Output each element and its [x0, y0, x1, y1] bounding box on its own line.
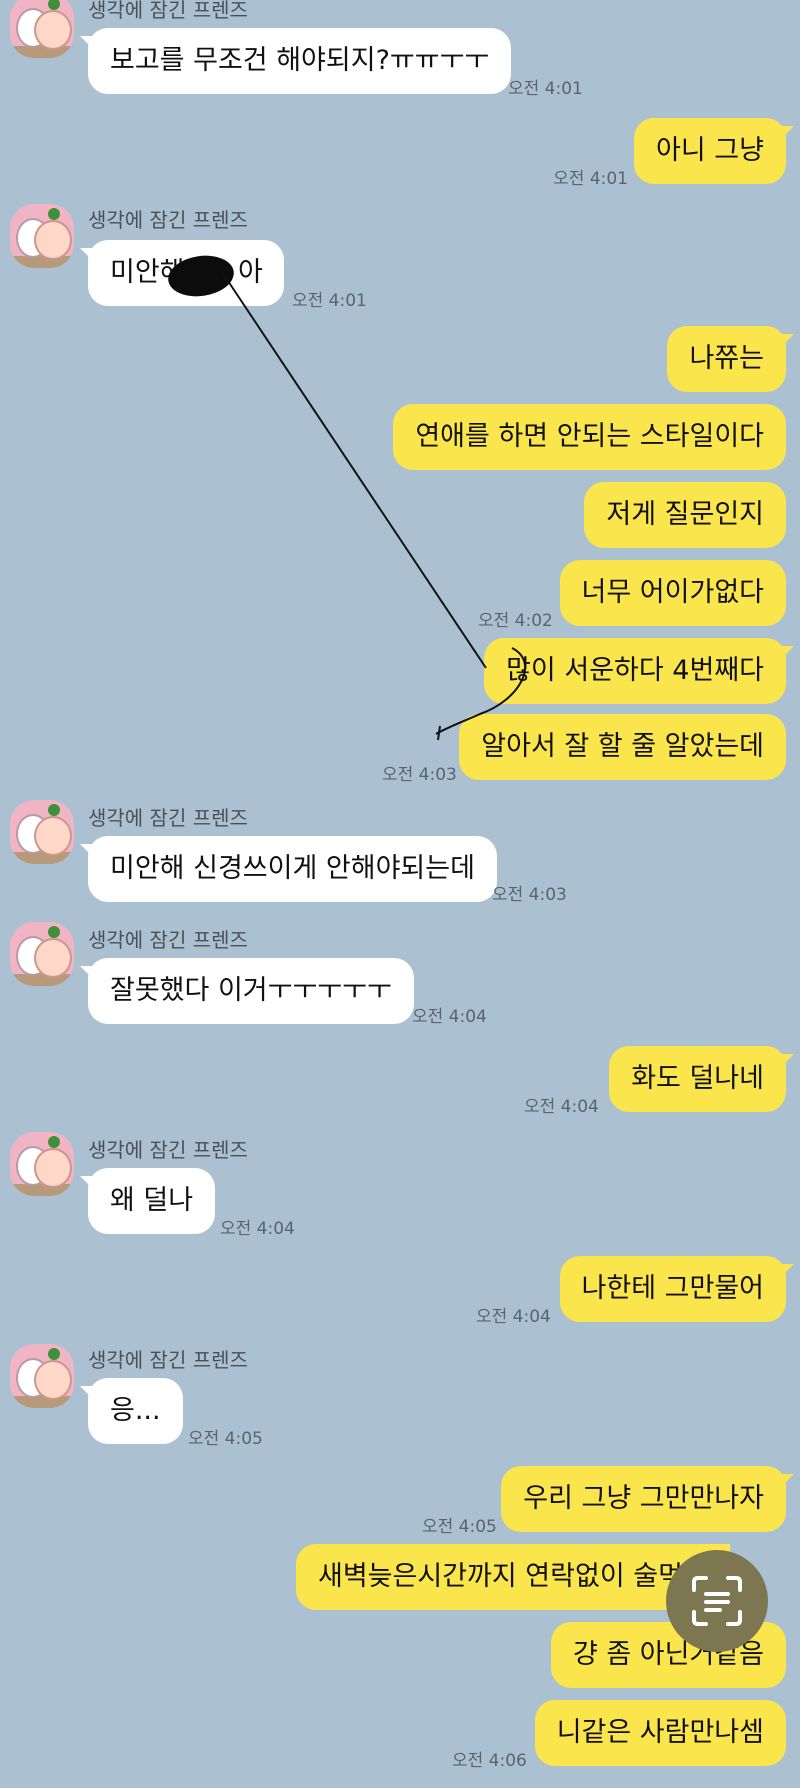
message-bubble[interactable]: 연애를 하면 안되는 스타일이다 [393, 404, 786, 470]
message-bubble[interactable]: 나한테 그만물어 [559, 1256, 795, 1322]
text-scan-icon [692, 1576, 742, 1626]
message-bubble[interactable]: 미안해 신경쓰이게 안해야되는데 [80, 836, 497, 902]
message-bubble[interactable]: 너무 어이가없다 [559, 560, 786, 626]
message-bubble[interactable]: 니같은 사람만나셈 [534, 1700, 786, 1766]
avatar[interactable] [10, 922, 74, 986]
message-time: 오전 4:06 [452, 1751, 527, 1771]
message-time: 오전 4:05 [188, 1429, 263, 1449]
message-time: 오전 4:02 [478, 611, 553, 631]
message-time: 오전 4:05 [422, 1517, 497, 1537]
avatar[interactable] [10, 800, 74, 864]
sender-name: 생각에 잠긴 프렌즈 [88, 1138, 248, 1162]
sender-name: 생각에 잠긴 프렌즈 [88, 208, 248, 232]
message-bubble[interactable]: 응... [80, 1378, 183, 1444]
message-bubble[interactable]: 나쮸는 [667, 326, 794, 392]
avatar[interactable] [10, 1344, 74, 1408]
message-time: 오전 4:01 [292, 291, 367, 311]
avatar[interactable] [10, 204, 74, 268]
message-bubble[interactable]: 많이 서운하다 4번째다 [484, 638, 794, 704]
message-time: 오전 4:01 [508, 79, 583, 99]
message-bubble[interactable]: 저게 질문인지 [584, 482, 786, 548]
message-time: 오전 4:04 [524, 1097, 599, 1117]
message-bubble[interactable]: 아니 그냥 [634, 118, 794, 184]
message-bubble[interactable]: 알아서 잘 할 줄 알았는데 [459, 714, 786, 780]
message-bubble[interactable]: 보고를 무조건 해야되지?ㅠㅠㅜㅜ [79, 28, 512, 94]
avatar[interactable] [10, 1132, 74, 1196]
message-bubble[interactable]: 잘못했다 이거ㅜㅜㅜㅜㅜ [80, 958, 414, 1024]
sender-name: 생각에 잠긴 프렌즈 [88, 0, 248, 22]
message-text-end: 아 [238, 257, 263, 288]
sender-name: 생각에 잠긴 프렌즈 [88, 928, 248, 952]
sender-name: 생각에 잠긴 프렌즈 [88, 1348, 248, 1372]
message-time: 오전 4:03 [492, 885, 567, 905]
message-bubble[interactable]: 새벽늦은시간까지 연락없이 술먹는 [296, 1544, 730, 1610]
message-time: 오전 4:04 [412, 1007, 487, 1027]
message-time: 오전 4:04 [476, 1307, 551, 1327]
message-time: 오전 4:03 [382, 765, 457, 785]
message-time: 오전 4:04 [220, 1219, 295, 1239]
message-time: 오전 4:01 [553, 169, 628, 189]
message-bubble[interactable]: 우리 그냥 그만만나자 [501, 1466, 794, 1532]
message-bubble[interactable]: 왜 덜나 [79, 1168, 216, 1234]
message-bubble[interactable]: 화도 덜나네 [609, 1046, 794, 1112]
text-scan-button[interactable] [666, 1550, 768, 1652]
sender-name: 생각에 잠긴 프렌즈 [88, 806, 248, 830]
avatar[interactable] [10, 0, 74, 58]
